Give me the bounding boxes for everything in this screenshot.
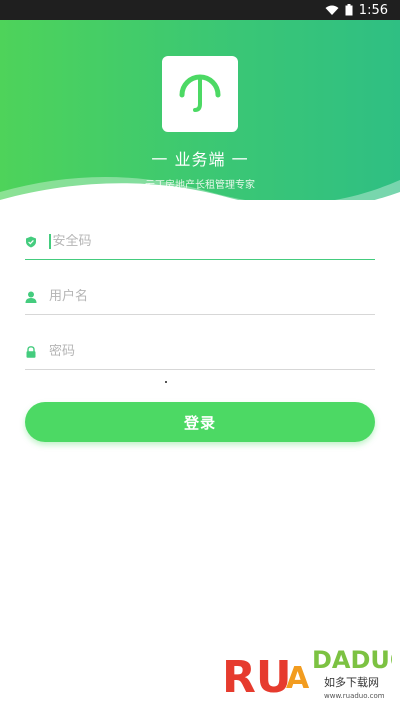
watermark-url: www.ruaduo.com (324, 692, 385, 700)
password-input[interactable] (49, 344, 349, 359)
user-icon (25, 291, 37, 303)
status-bar: 1:56 (0, 0, 400, 20)
username-input[interactable] (49, 289, 349, 304)
header-banner: 一 业务端 一 云丁房地产长租管理专家 (0, 20, 400, 200)
username-field[interactable] (25, 279, 375, 315)
watermark-logo: RU A DADUO 如多下载网 www.ruaduo.com (222, 646, 392, 702)
text-caret (49, 234, 51, 249)
wifi-icon (325, 5, 339, 16)
login-button[interactable]: 登录 (25, 402, 375, 442)
watermark-chinese: 如多下载网 (324, 675, 379, 689)
security-code-field[interactable] (25, 224, 375, 260)
battery-icon (345, 4, 353, 16)
shield-icon (25, 236, 37, 248)
status-time: 1:56 (358, 2, 388, 18)
header-wave (0, 177, 400, 200)
security-code-input[interactable] (52, 234, 353, 249)
watermark-letters-duo: DADUO (312, 646, 392, 674)
app-title: 一 业务端 一 (151, 150, 249, 169)
password-field[interactable] (25, 334, 375, 370)
watermark-letters-ru: RU (222, 652, 292, 702)
umbrella-icon (172, 64, 228, 124)
lock-icon (25, 345, 37, 358)
watermark-letters-a: A (286, 661, 310, 696)
stray-dot (165, 381, 167, 383)
app-logo (162, 56, 238, 132)
